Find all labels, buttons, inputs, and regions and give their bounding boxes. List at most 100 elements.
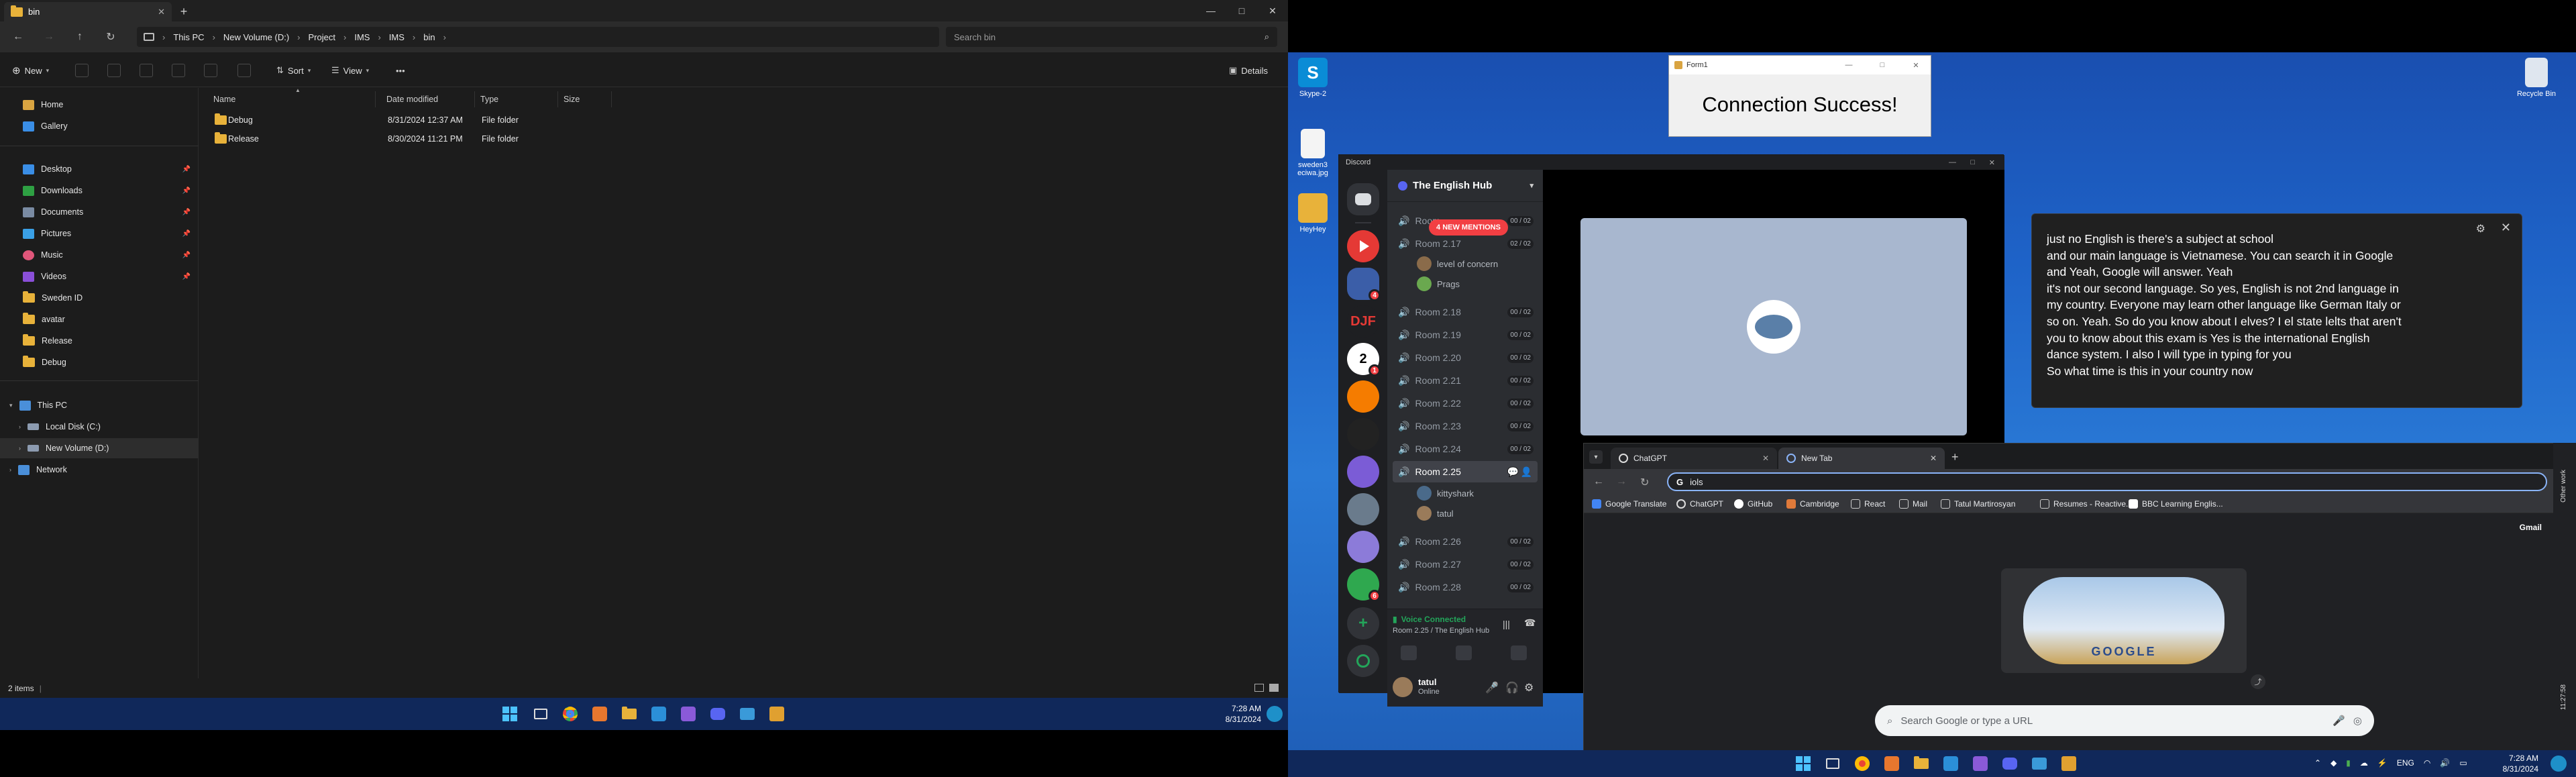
clock[interactable]: 7:28 AM 8/31/2024	[2503, 753, 2538, 774]
voice-channel[interactable]: 🔊 Room 2.27 00 / 02	[1393, 554, 1538, 575]
nav-item-desktop[interactable]: Desktop 📌	[0, 159, 199, 179]
sort-button[interactable]: ⇅ Sort ▾	[276, 63, 311, 78]
voice-channel[interactable]: 🔊 Room 2.20 00 / 02	[1393, 347, 1538, 368]
close-tab-icon[interactable]: ✕	[1930, 454, 1937, 463]
close-tab-icon[interactable]: ✕	[1762, 454, 1769, 463]
tray-app-icon[interactable]: ▮	[2346, 758, 2351, 768]
voice-channel[interactable]: 🔊 Room 2.28 00 / 02	[1393, 576, 1538, 598]
omnibox-input[interactable]: G iols	[1667, 472, 2547, 491]
breadcrumb-item[interactable]: bin	[423, 32, 435, 42]
google-doodle[interactable]: GOOGLE	[2001, 568, 2247, 673]
voice-location[interactable]: Room 2.25 / The English Hub	[1393, 627, 1489, 635]
bookmark-item[interactable]: Cambridge	[1786, 497, 1839, 511]
refresh-icon[interactable]: ↻	[1640, 476, 1649, 489]
app-window-icon[interactable]	[2029, 753, 2050, 774]
desktop-icon-image[interactable]: sweden3 eciwa.jpg	[1289, 129, 1336, 177]
discord-home-icon[interactable]	[1347, 183, 1379, 215]
nav-item-videos[interactable]: Videos 📌	[0, 266, 199, 287]
new-button[interactable]: ⊕ New ▾	[12, 63, 49, 78]
voice-channel[interactable]: 🔊 Room 2.21 00 / 02	[1393, 370, 1538, 391]
server-icon[interactable]: 21	[1347, 343, 1381, 376]
server-icon[interactable]	[1347, 493, 1379, 525]
avatar[interactable]	[1393, 677, 1413, 697]
minimize-button[interactable]: —	[1834, 61, 1864, 69]
task-view-icon[interactable]	[530, 703, 551, 725]
breadcrumb-item[interactable]: Project	[309, 32, 335, 42]
vscode-icon[interactable]	[1940, 753, 1962, 774]
forward-icon[interactable]: →	[39, 28, 59, 46]
discord-icon[interactable]	[707, 703, 729, 725]
server-icon[interactable]	[1347, 456, 1379, 488]
voice-channel-active[interactable]: 🔊 Room 2.25 💬 👤	[1393, 461, 1538, 482]
settings-icon[interactable]: ⚙	[2476, 222, 2485, 236]
column-header-size[interactable]: Size	[558, 91, 612, 107]
nav-item-documents[interactable]: Documents 📌	[0, 202, 199, 222]
bookmark-item[interactable]: Google Translate	[1592, 497, 1666, 511]
nav-item-sweden-id[interactable]: Sweden ID	[0, 288, 199, 308]
column-header-name[interactable]: Name	[208, 91, 376, 107]
voice-channel[interactable]: 🔊 Room 2.19 00 / 02	[1393, 324, 1538, 346]
server-icon[interactable]	[1347, 230, 1379, 262]
rename-icon[interactable]	[172, 64, 185, 77]
visual-studio-icon[interactable]	[678, 703, 699, 725]
column-header-date[interactable]: Date modified	[381, 91, 475, 107]
forward-icon[interactable]: →	[1616, 476, 1627, 488]
tree-item-local-disk[interactable]: › Local Disk (C:)	[0, 417, 199, 437]
new-tab-icon[interactable]: +	[176, 4, 192, 19]
voice-tile[interactable]	[1580, 218, 1967, 435]
discord-icon[interactable]	[1999, 753, 2021, 774]
new-tab-icon[interactable]: +	[1951, 450, 1959, 464]
refresh-icon[interactable]: ↻	[101, 28, 121, 46]
settings-icon[interactable]: ⚙	[1524, 681, 1534, 694]
tray-app-icon[interactable]: ⚡	[2377, 758, 2387, 768]
tab-chatgpt[interactable]: ChatGPT ✕	[1611, 448, 1777, 469]
details-button[interactable]: ▣ Details	[1229, 63, 1268, 78]
file-row[interactable]: Release 8/30/2024 11:21 PM File folder	[208, 130, 610, 148]
bookmark-item[interactable]: GitHub	[1734, 497, 1772, 511]
start-icon[interactable]	[499, 703, 521, 725]
app-grid-icon[interactable]	[766, 703, 788, 725]
voice-channel[interactable]: 🔊 Room 2.24 00 / 02	[1393, 438, 1538, 460]
disconnect-icon[interactable]: ☎	[1524, 617, 1536, 629]
nav-item-release[interactable]: Release	[0, 331, 199, 351]
nav-item-home[interactable]: Home	[0, 95, 199, 115]
column-header-type[interactable]: Type	[475, 91, 558, 107]
voice-channel[interactable]: 🔊 Room 2.23 00 / 02	[1393, 415, 1538, 437]
server-icon[interactable]	[1347, 380, 1379, 413]
task-view-icon[interactable]	[1822, 753, 1843, 774]
tab-new-tab[interactable]: New Tab ✕	[1778, 448, 1945, 469]
close-button[interactable]: ✕	[1901, 61, 1931, 70]
chevron-right-icon[interactable]: ›	[9, 466, 11, 473]
guild-header[interactable]: The English Hub ▾	[1387, 170, 1543, 202]
more-options-button[interactable]: •••	[396, 63, 405, 78]
share-icon[interactable]	[204, 64, 217, 77]
add-member-icon[interactable]: 👤	[1521, 466, 1532, 478]
chevron-right-icon[interactable]: ›	[19, 423, 21, 430]
chevron-up-icon[interactable]: ⌃	[2314, 758, 2321, 768]
tree-item-network[interactable]: › Network	[0, 460, 199, 480]
gmail-link[interactable]: Gmail	[2520, 523, 2542, 532]
tree-item-new-volume[interactable]: › New Volume (D:)	[0, 438, 199, 458]
app-orange-icon[interactable]	[1881, 753, 1902, 774]
tray-app-icon[interactable]: ◆	[2330, 758, 2337, 768]
start-icon[interactable]	[1792, 753, 1814, 774]
maximize-button[interactable]: □	[1868, 61, 1897, 69]
tab-search-icon[interactable]: ▾	[1589, 450, 1603, 464]
chevron-right-icon[interactable]: ›	[19, 445, 21, 452]
file-explorer-icon[interactable]	[1911, 753, 1932, 774]
voice-channel[interactable]: 🔊 Room 2.17 02 / 02	[1393, 233, 1538, 254]
paste-icon[interactable]	[140, 64, 153, 77]
clock[interactable]: 7:28 AM 8/31/2024	[1226, 703, 1261, 725]
activity-icon[interactable]	[1511, 645, 1527, 660]
voice-channel[interactable]: 🔊 Room 2.18 00 / 02	[1393, 301, 1538, 323]
breadcrumb[interactable]: › This PC › New Volume (D:) › Project › IMS…	[137, 27, 939, 47]
breadcrumb-item[interactable]: This PC	[173, 32, 204, 42]
nav-item-music[interactable]: Music 📌	[0, 245, 199, 265]
voice-user[interactable]: tatul	[1417, 504, 1454, 523]
google-search-box[interactable]: ⌕ Search Google or type a URL 🎤 ◎	[1875, 705, 2374, 736]
bookmark-item[interactable]: Tatul Martirosyan	[1941, 497, 2015, 511]
copy-icon[interactable]	[107, 64, 121, 77]
minimize-button[interactable]: —	[1949, 158, 1956, 166]
desktop-icon-recycle-bin[interactable]: Recycle Bin	[2513, 58, 2560, 98]
cut-icon[interactable]	[75, 64, 89, 77]
